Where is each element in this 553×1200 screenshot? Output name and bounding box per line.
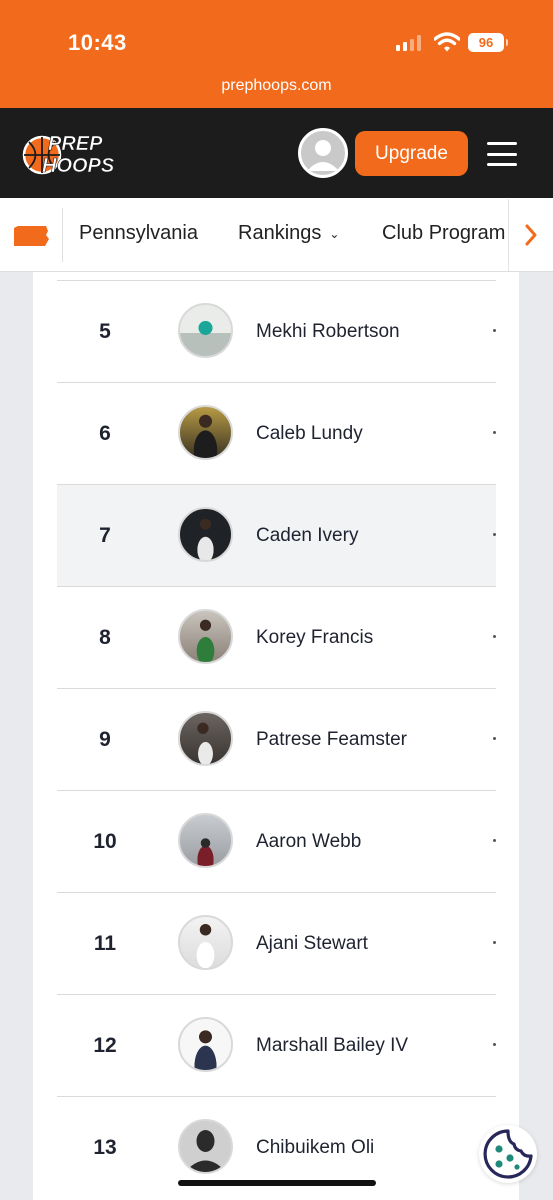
- ranking-row[interactable]: 12 Marshall Bailey IV: [57, 994, 496, 1096]
- player-name[interactable]: Korey Francis: [256, 587, 373, 688]
- ranking-row[interactable]: 11 Ajani Stewart: [57, 892, 496, 994]
- rank-number: 10: [93, 829, 117, 853]
- rank-number: 9: [99, 727, 111, 751]
- status-time: 10:43: [68, 30, 127, 55]
- player-photo[interactable]: [178, 303, 233, 358]
- row-overflow-indicator: [493, 329, 496, 332]
- address-bar-url[interactable]: prephoops.com: [0, 77, 553, 95]
- player-name[interactable]: Ajani Stewart: [256, 893, 368, 994]
- prep-hoops-logo[interactable]: PREP HOOPS: [20, 128, 132, 178]
- logo-text-hoops: HOOPS: [42, 155, 115, 177]
- ranking-row[interactable]: 10 Aaron Webb: [57, 790, 496, 892]
- row-overflow-indicator: [493, 1043, 496, 1046]
- cookie-settings-button[interactable]: [479, 1125, 537, 1183]
- player-name[interactable]: Caleb Lundy: [256, 383, 363, 484]
- ranking-row[interactable]: 7 Caden Ivery: [57, 484, 496, 586]
- player-photo[interactable]: [178, 507, 233, 562]
- cellular-signal-icon: [396, 35, 421, 51]
- hamburger-menu-icon[interactable]: [487, 142, 517, 166]
- ranking-row[interactable]: 6 Caleb Lundy: [57, 382, 496, 484]
- rank-number: 8: [99, 625, 111, 649]
- player-name[interactable]: Mekhi Robertson: [256, 281, 400, 382]
- row-overflow-indicator: [493, 941, 496, 944]
- player-photo[interactable]: [178, 711, 233, 766]
- home-indicator[interactable]: [178, 1180, 376, 1186]
- subnav-scroll-right-button[interactable]: [508, 199, 553, 271]
- row-overflow-indicator: [493, 533, 496, 536]
- player-photo[interactable]: [178, 405, 233, 460]
- player-photo[interactable]: [178, 813, 233, 868]
- player-photo[interactable]: [178, 915, 233, 970]
- browser-top-bar: 10:43 96 prephoops.com: [0, 0, 553, 108]
- ranking-row[interactable]: 8 Korey Francis: [57, 586, 496, 688]
- subnav-club-program-label: Club Program: [382, 222, 506, 244]
- logo-text-prep: PREP: [48, 133, 103, 155]
- row-overflow-indicator: [493, 839, 496, 842]
- subnav-divider: [62, 208, 63, 262]
- rank-number: 13: [93, 1135, 117, 1159]
- rank-number: 6: [99, 421, 111, 445]
- cookie-icon: [483, 1129, 533, 1179]
- rank-number: 5: [99, 319, 111, 343]
- subnav-rankings-dropdown[interactable]: Rankings ⌄: [238, 222, 339, 245]
- player-photo-placeholder[interactable]: [178, 1119, 233, 1174]
- row-overflow-indicator: [493, 635, 496, 638]
- row-overflow-indicator: [493, 737, 496, 740]
- user-avatar-button[interactable]: [298, 128, 348, 178]
- player-name[interactable]: Patrese Feamster: [256, 689, 407, 790]
- player-name[interactable]: Aaron Webb: [256, 791, 361, 892]
- ranking-row[interactable]: 5 Mekhi Robertson: [57, 280, 496, 382]
- player-name[interactable]: Caden Ivery: [256, 485, 358, 586]
- wifi-icon: [434, 32, 460, 52]
- user-avatar-icon: [307, 140, 339, 171]
- battery-icon: 96: [468, 33, 508, 52]
- chevron-right-icon: [525, 224, 537, 246]
- user-silhouette-icon: [185, 1130, 226, 1172]
- subnav-rankings-label: Rankings: [238, 222, 322, 244]
- chevron-down-icon: ⌄: [329, 226, 340, 241]
- subnav-club-program[interactable]: Club Program: [380, 210, 508, 260]
- rank-number: 11: [93, 931, 117, 955]
- player-photo[interactable]: [178, 609, 233, 664]
- subnav-state-pennsylvania[interactable]: Pennsylvania: [79, 222, 198, 245]
- ranking-row[interactable]: 9 Patrese Feamster: [57, 688, 496, 790]
- player-photo[interactable]: [178, 1017, 233, 1072]
- rank-number: 7: [99, 523, 111, 547]
- row-overflow-indicator: [493, 431, 496, 434]
- pennsylvania-state-icon[interactable]: [12, 225, 50, 247]
- player-name[interactable]: Marshall Bailey IV: [256, 995, 408, 1096]
- rank-number: 12: [93, 1033, 117, 1057]
- upgrade-button[interactable]: Upgrade: [355, 131, 468, 176]
